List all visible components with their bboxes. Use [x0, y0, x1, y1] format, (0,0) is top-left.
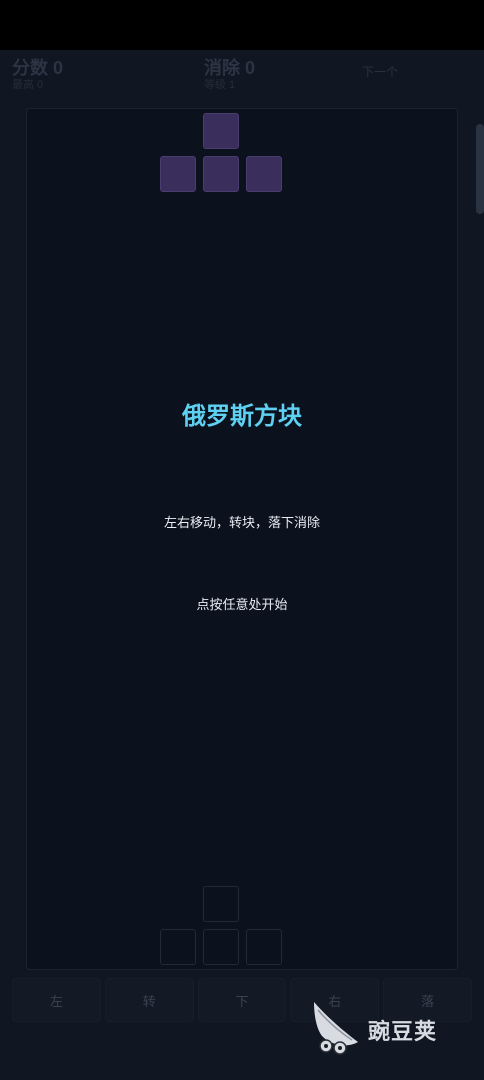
- start-hint[interactable]: 点按任意处开始: [26, 594, 458, 613]
- piece-cell: [203, 113, 239, 149]
- ghost-cell: [160, 929, 196, 965]
- ghost-cell: [203, 929, 239, 965]
- piece-cell: [203, 156, 239, 192]
- move-left-button[interactable]: 左: [12, 978, 101, 1022]
- scrollbar-thumb[interactable]: [476, 124, 484, 214]
- hud: 分数 0 最高 0 消除 0 等级 1 下一个: [0, 50, 484, 100]
- game-board[interactable]: [26, 108, 458, 970]
- piece-cell: [246, 156, 282, 192]
- soft-drop-button[interactable]: 下: [197, 978, 287, 1022]
- next-block: 下一个: [362, 63, 398, 80]
- instructions-text: 左右移动，转块，落下消除: [163, 516, 320, 531]
- status-bar: [0, 0, 484, 50]
- watermark: 豌豆荚: [308, 996, 458, 1056]
- rotate-button[interactable]: 转: [104, 978, 194, 1022]
- best-score-label: 最高 0: [12, 79, 44, 91]
- game-title: 俄罗斯方块: [182, 402, 302, 430]
- ghost-cell: [203, 886, 239, 922]
- lines-label: 消除 0: [204, 58, 256, 78]
- score-block: 分数 0 最高 0: [12, 58, 63, 92]
- pea-pod-logo-icon: [314, 1002, 358, 1055]
- score-label: 分数 0: [12, 58, 64, 78]
- level-label: 等级 1: [204, 79, 236, 91]
- piece-cell: [160, 156, 196, 192]
- next-piece-label: 下一个: [362, 65, 399, 79]
- watermark-text: 豌豆荚: [368, 1020, 438, 1045]
- lines-block: 消除 0 等级 1: [204, 58, 255, 92]
- game-screen[interactable]: 分数 0 最高 0 消除 0 等级 1 下一个 俄罗斯方块 左右移动，转块，落下…: [0, 0, 484, 1080]
- ghost-cell: [246, 929, 282, 965]
